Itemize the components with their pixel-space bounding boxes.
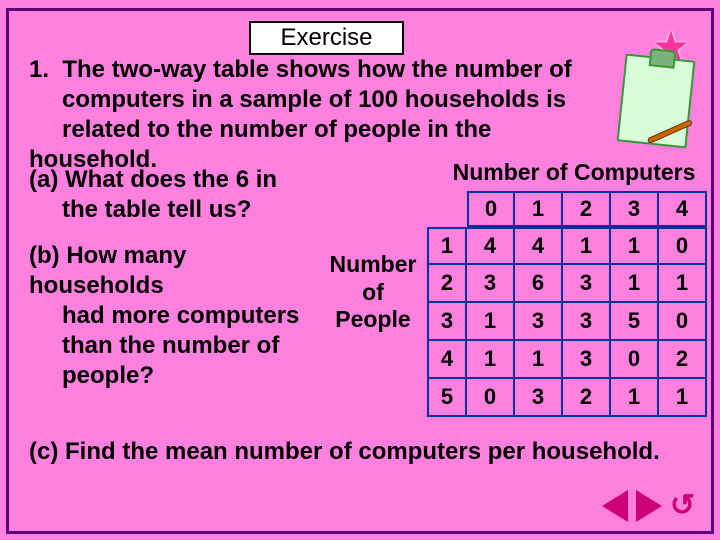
table-cell: 3 xyxy=(563,341,611,379)
part-c-label: (c) xyxy=(29,438,58,465)
table-cell: 3 xyxy=(563,303,611,341)
table-column-headers: 0 1 2 3 4 xyxy=(467,191,707,227)
part-b-text-4: people? xyxy=(62,362,154,389)
table-cell: 5 xyxy=(611,303,659,341)
table-cell: 0 xyxy=(611,341,659,379)
exercise-title-box: Exercise xyxy=(249,21,404,55)
col-header: 2 xyxy=(563,191,611,227)
part-b-text-3: than the number of xyxy=(62,332,279,359)
table-cell: 3 xyxy=(515,303,563,341)
part-c-text: Find the mean number of computers per ho… xyxy=(65,438,660,465)
row-header: 3 xyxy=(427,303,467,341)
col-header: 3 xyxy=(611,191,659,227)
row-header: 1 xyxy=(427,227,467,265)
undo-button[interactable]: ↺ xyxy=(670,488,695,523)
pencil-icon xyxy=(647,119,693,144)
table-cell: 3 xyxy=(563,265,611,303)
table-cell: 0 xyxy=(659,303,707,341)
part-a-text-2: the table tell us? xyxy=(62,196,251,223)
prev-button[interactable] xyxy=(602,490,628,522)
col-header: 1 xyxy=(515,191,563,227)
table-cell: 4 xyxy=(515,227,563,265)
part-b-text-2: had more computers xyxy=(62,302,299,329)
table-cell: 6 xyxy=(515,265,563,303)
question-1b: (b) How many households had more compute… xyxy=(29,241,319,391)
table-cell: 2 xyxy=(563,379,611,417)
table-cell: 1 xyxy=(659,379,707,417)
table-row-title: Number of People xyxy=(319,251,427,334)
prompt-line-2: computers in a sample of 100 households … xyxy=(62,86,566,113)
next-button[interactable] xyxy=(636,490,662,522)
table-cell: 4 xyxy=(467,227,515,265)
table-cell: 0 xyxy=(467,379,515,417)
table-data-grid: 4 4 1 1 0 3 6 3 1 1 1 3 3 5 0 1 1 3 0 2 … xyxy=(467,227,707,417)
question-number: 1. xyxy=(29,56,49,83)
table-cell: 1 xyxy=(611,227,659,265)
table-cell: 1 xyxy=(467,303,515,341)
row-header: 2 xyxy=(427,265,467,303)
prompt-line-1: The two-way table shows how the number o… xyxy=(62,56,571,83)
part-b-label: (b) xyxy=(29,242,60,269)
part-a-text-1: What does the 6 in xyxy=(65,166,277,193)
table-cell: 1 xyxy=(659,265,707,303)
col-header: 0 xyxy=(467,191,515,227)
question-1-prompt: 1. The two-way table shows how the numbe… xyxy=(29,55,591,175)
clipboard-icon xyxy=(617,54,696,149)
slide-frame: Exercise ★ 1. The two-way table shows ho… xyxy=(6,8,714,534)
row-header: 5 xyxy=(427,379,467,417)
table-row-headers: 1 2 3 4 5 xyxy=(427,227,467,417)
table-cell: 0 xyxy=(659,227,707,265)
table-cell: 3 xyxy=(515,379,563,417)
row-header: 4 xyxy=(427,341,467,379)
table-cell: 1 xyxy=(515,341,563,379)
col-header: 4 xyxy=(659,191,707,227)
exercise-title: Exercise xyxy=(280,24,372,52)
nav-controls: ↺ xyxy=(602,488,695,523)
question-1a: (a) What does the 6 in the table tell us… xyxy=(29,165,319,225)
question-1c: (c) Find the mean number of computers pe… xyxy=(29,437,691,467)
table-cell: 2 xyxy=(659,341,707,379)
part-a-label: (a) xyxy=(29,166,58,193)
table-cell: 1 xyxy=(563,227,611,265)
table-cell: 3 xyxy=(467,265,515,303)
table-cell: 1 xyxy=(467,341,515,379)
table-col-title: Number of Computers xyxy=(439,159,709,186)
table-cell: 1 xyxy=(611,379,659,417)
table-cell: 1 xyxy=(611,265,659,303)
